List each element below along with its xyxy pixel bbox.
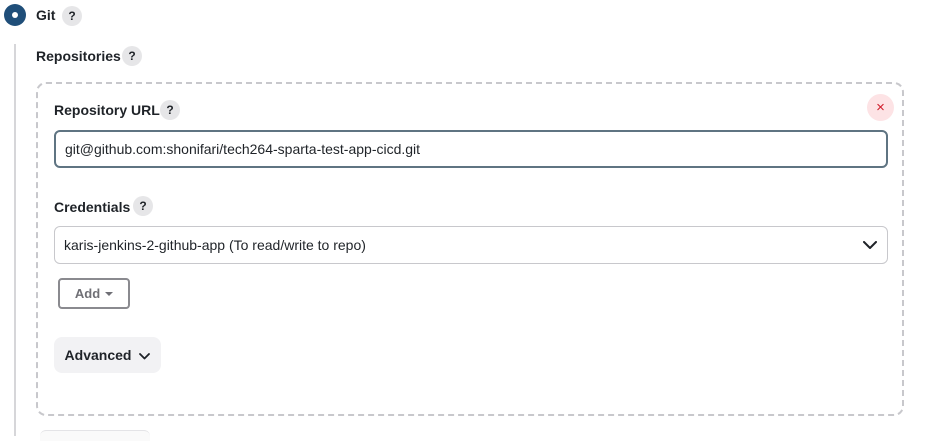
chevron-down-icon [862,237,878,253]
close-icon[interactable]: × [867,94,894,121]
git-option-label: Git [36,7,56,23]
credentials-selected-value: karis-jenkins-2-github-app (To read/writ… [64,237,366,253]
repository-url-input[interactable] [54,130,888,168]
caret-down-icon [105,291,114,296]
advanced-button[interactable]: Advanced [54,337,161,373]
section-guide-line [14,44,16,436]
radio-selected-icon [12,12,18,18]
repositories-help-icon[interactable]: ? [122,46,142,66]
credentials-select[interactable]: karis-jenkins-2-github-app (To read/writ… [54,226,888,264]
advanced-button-label: Advanced [64,347,132,363]
credentials-help-icon[interactable]: ? [133,196,153,216]
credentials-label: Credentials [54,199,131,215]
repository-url-label: Repository URL [54,102,160,118]
repositories-label: Repositories [36,48,121,64]
git-help-icon[interactable]: ? [62,6,82,26]
chevron-down-icon [139,347,151,363]
repository-url-help-icon[interactable]: ? [160,100,180,120]
add-button-label: Add [74,286,101,301]
add-credentials-button[interactable]: Add [58,278,130,309]
git-radio-button[interactable] [4,4,26,26]
